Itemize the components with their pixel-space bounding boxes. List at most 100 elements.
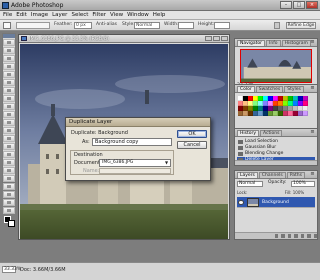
as-name-input[interactable]: Background copy [92,138,172,146]
history-tab-actions[interactable]: Actions [260,130,283,136]
height-input[interactable] [214,22,230,29]
menu-select[interactable]: Select [71,12,88,18]
menu-bar: File Edit Image Layer Select Filter View Window… [0,11,320,20]
layer-style-icon[interactable] [281,234,285,238]
clone-stamp-tool-icon[interactable] [3,103,15,110]
options-bar: Feather: 0 px Anti-alias Style: Normal W… [0,20,320,31]
antialias-checkbox[interactable]: Anti-alias [96,22,117,27]
menu-filter[interactable]: Filter [92,12,106,18]
shape-tool-icon[interactable] [3,175,15,182]
layers-footer [235,232,317,239]
fill-value[interactable]: 100% [293,190,304,195]
document-minimize-button[interactable] [205,36,212,41]
notes-tool-icon[interactable] [3,183,15,190]
dodge-tool-icon[interactable] [3,143,15,150]
navigator-tab-navigator[interactable]: Navigator [237,40,266,46]
feather-input[interactable]: 0 px [74,22,92,29]
pen-tool-icon[interactable] [3,167,15,174]
marquee-tool-icon[interactable] [3,47,15,54]
close-button[interactable]: × [306,1,318,9]
width-input[interactable] [178,22,194,29]
visibility-eye-icon[interactable] [238,200,244,205]
gradient-tool-icon[interactable] [3,127,15,134]
menu-edit[interactable]: Edit [16,12,27,18]
brush-tool-icon[interactable] [3,95,15,102]
document-maximize-button[interactable] [213,36,220,41]
blur-tool-icon[interactable] [3,135,15,142]
swatches-tab-swatches[interactable]: Swatches [255,86,284,92]
new-layer-icon[interactable] [307,234,311,238]
opacity-input[interactable]: 100% [291,181,315,187]
path-select-tool-icon[interactable] [3,151,15,158]
menu-view[interactable]: View [110,12,123,18]
eraser-tool-icon[interactable] [3,119,15,126]
lock-label: Lock: [237,190,248,195]
document-label: Document: [74,160,102,166]
history-tab-history[interactable]: History [237,130,260,136]
adjustment-layer-icon[interactable] [294,234,298,238]
layers-tab-channels[interactable]: Channels [258,172,286,178]
menu-window[interactable]: Window [127,12,149,18]
tools-palette-grip[interactable] [3,34,15,38]
document-select[interactable]: IMG_6386.JPG ▼ [99,159,171,167]
fill-label: Fill: [284,190,292,195]
crop-tool-icon[interactable] [3,71,15,78]
magic-wand-tool-icon[interactable] [3,63,15,70]
navigator-view-box[interactable] [240,49,312,83]
layers-tab-paths[interactable]: Paths [286,172,305,178]
destination-label: Destination [74,152,103,158]
history-panel: History Actions ≡ Load Selection Gaussian B… [234,128,318,166]
lasso-tool-icon[interactable] [3,55,15,62]
type-tool-icon[interactable] [3,159,15,166]
refine-edge-button[interactable]: Refine Edge [286,22,316,29]
trash-icon[interactable] [313,234,317,238]
background-color-swatch[interactable] [8,220,15,227]
history-brush-tool-icon[interactable] [3,111,15,118]
document-size-info[interactable]: Doc: 3.66M/3.66M [20,267,66,273]
color-swatches[interactable] [3,216,15,230]
healing-tool-icon[interactable] [3,87,15,94]
menu-help[interactable]: Help [153,12,166,18]
menu-image[interactable]: Image [31,12,48,18]
hand-tool-icon[interactable] [3,199,15,206]
panel-menu-icon[interactable]: ≡ [310,86,315,91]
selection-mode-buttons[interactable] [16,22,50,29]
blend-mode-select[interactable]: Normal [237,181,263,187]
navigator-tab-histogram[interactable]: Histogram [281,40,311,46]
swatches-tab-color[interactable]: Color [237,86,255,92]
navigator-tab-info[interactable]: Info [266,40,281,46]
palette-well-button[interactable] [274,22,280,29]
feather-label: Feather: [54,22,73,27]
swatches-tab-styles[interactable]: Styles [284,86,304,92]
menu-layer[interactable]: Layer [52,12,67,18]
status-zoom-input[interactable]: 33.33% [2,266,21,273]
swatch[interactable] [303,111,308,116]
marquee-tool-icon[interactable] [3,22,11,29]
swatches-panel: Color Swatches Styles ≡ [234,84,318,130]
document-close-button[interactable] [221,36,228,41]
photoshop-window: Adobe Photoshop – □ × File Edit Image Layer… [0,0,320,280]
panel-menu-icon[interactable]: ≡ [310,172,315,177]
layer-mask-icon[interactable] [287,234,292,238]
new-group-icon[interactable] [300,234,305,238]
cancel-button[interactable]: Cancel [177,141,207,149]
document-title-bar[interactable]: IMG_6386.JPG @ 33.3% (RGB/8) [19,35,229,43]
maximize-button[interactable]: □ [293,1,305,9]
layers-panel: Layers Channels Paths ≡ Normal Opacity: 100… [234,170,318,240]
minimize-button[interactable]: – [280,1,292,9]
chevron-down-icon: ▼ [165,160,169,165]
panel-menu-icon[interactable]: ≡ [310,130,315,135]
ok-button[interactable]: OK [177,130,207,138]
style-select[interactable]: Normal [134,22,160,29]
layers-tab-layers[interactable]: Layers [237,172,258,178]
slice-tool-icon[interactable] [3,79,15,86]
move-tool-icon[interactable] [3,39,15,46]
layer-row[interactable]: Background [237,197,315,208]
history-state-icon [238,140,243,144]
zoom-tool-icon[interactable] [3,207,15,214]
panel-menu-icon[interactable]: ≡ [310,40,315,45]
eyedropper-tool-icon[interactable] [3,191,15,198]
dialog-title-bar[interactable]: Duplicate Layer [66,118,210,127]
menu-file[interactable]: File [3,12,12,18]
link-layers-icon[interactable] [275,234,279,238]
